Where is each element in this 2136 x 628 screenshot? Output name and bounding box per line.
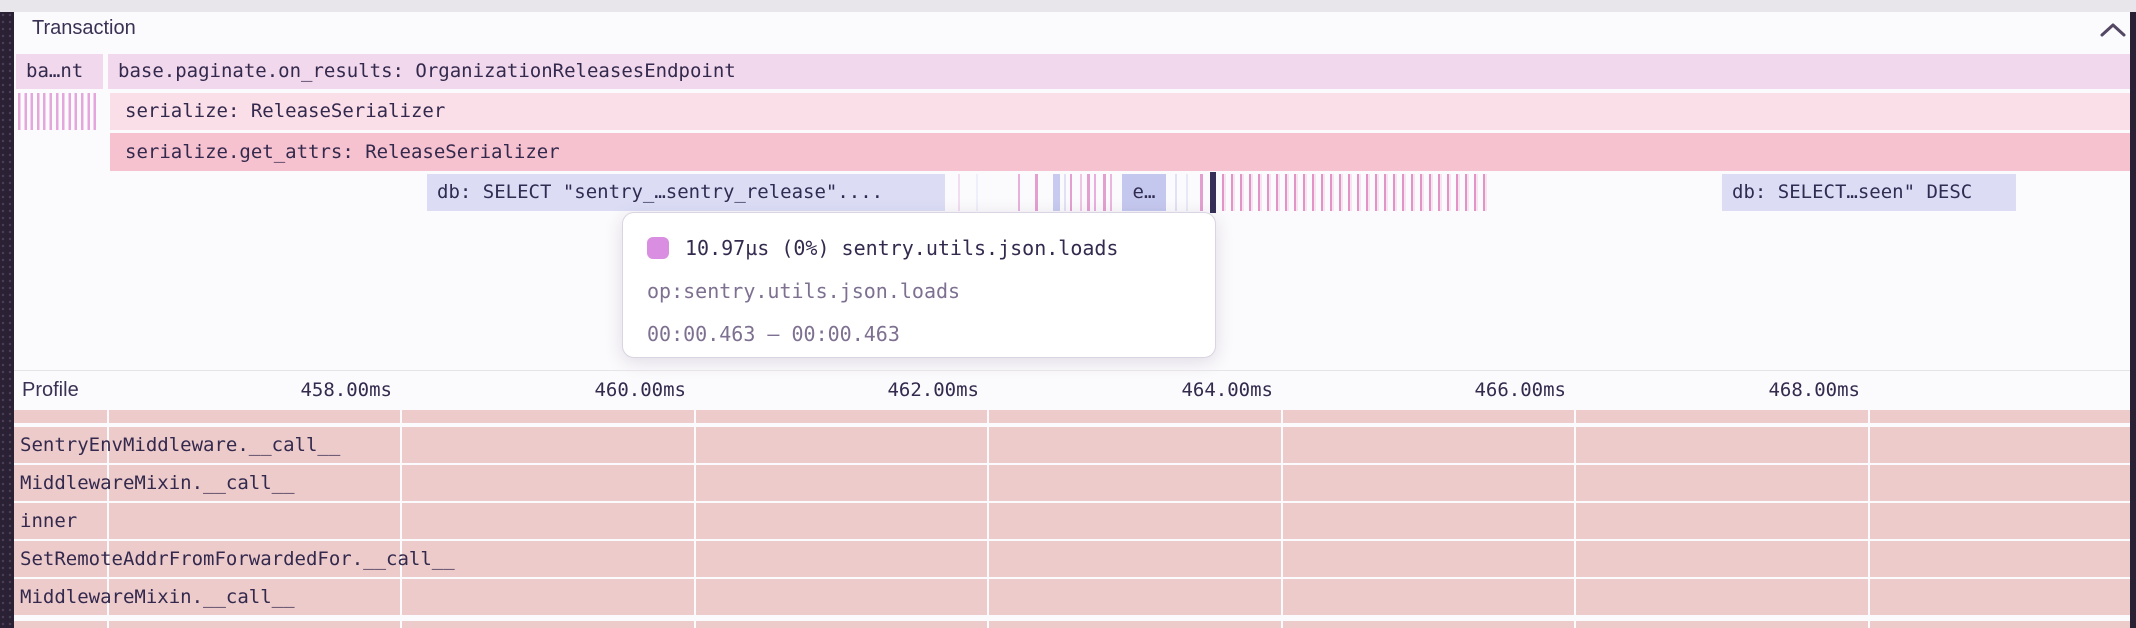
span-tick [1103, 174, 1106, 211]
frame-row[interactable]: inner [14, 503, 2130, 539]
span-tick [976, 174, 978, 211]
span-label: serialize: ReleaseSerializer [110, 100, 445, 122]
window-right-edge [2130, 12, 2136, 628]
frame-row[interactable]: SentryEnvMiddleware.__call__ [14, 427, 2130, 463]
frame-row-partial-bottom[interactable] [14, 621, 2130, 628]
frame-label: inner [14, 510, 77, 532]
span-tick [1094, 174, 1096, 211]
profiler-window: Transaction ba…nt base.paginate.on_resul… [0, 0, 2136, 628]
span-label: db: SELECT…seen" DESC [1722, 181, 1972, 203]
chart-gridline [400, 408, 402, 628]
span-bar-serialize[interactable]: serialize: ReleaseSerializer [110, 93, 2130, 130]
span-tick [1053, 174, 1060, 211]
frame-label: MiddlewareMixin.__call__ [14, 472, 295, 494]
span-label: e… [1133, 181, 1156, 203]
span-tick [1080, 174, 1082, 211]
window-left-edge [0, 12, 14, 628]
ruler-tick-label: 460.00ms [536, 379, 686, 401]
span-tick [1070, 174, 1072, 211]
span-tick [1064, 174, 1066, 211]
frame-label: SetRemoteAddrFromForwardedFor.__call__ [14, 548, 455, 570]
chart-gridline [1281, 408, 1283, 628]
chart-gridline [694, 408, 696, 628]
frame-label: MiddlewareMixin.__call__ [14, 586, 295, 608]
span-bar-db-select-1[interactable]: db: SELECT "sentry_…sentry_release".... [427, 174, 945, 211]
span-label: ba…nt [16, 60, 83, 82]
span-tick [1186, 174, 1188, 211]
span-bar-tiny[interactable]: e… [1122, 174, 1166, 211]
tooltip-duration: 10.97µs (0%) sentry.utils.json.loads [685, 234, 1118, 262]
span-tick [1110, 174, 1112, 211]
frame-label: SentryEnvMiddleware.__call__ [14, 434, 340, 456]
span-tick [1035, 174, 1038, 211]
span-tick [1175, 174, 1177, 211]
span-tick [1087, 174, 1090, 211]
span-bar-base-paginate[interactable]: base.paginate.on_results: OrganizationRe… [108, 54, 2130, 89]
span-dense-stripe-group[interactable] [1222, 174, 1492, 211]
ruler-tick-label: 462.00ms [829, 379, 979, 401]
span-bar-db-select-2[interactable]: db: SELECT…seen" DESC [1722, 174, 2016, 211]
frame-row[interactable]: MiddlewareMixin.__call__ [14, 579, 2130, 615]
span-bar-root-chip[interactable]: ba…nt [16, 54, 103, 89]
span-tick [1200, 174, 1203, 211]
frame-row[interactable]: SetRemoteAddrFromForwardedFor.__call__ [14, 541, 2130, 577]
profile-section-title: Profile [22, 379, 79, 402]
ruler-tick-label: 464.00ms [1123, 379, 1273, 401]
span-tick [1018, 174, 1020, 211]
span-siblings-stripe-group[interactable] [18, 93, 99, 130]
transaction-section-title: Transaction [32, 17, 136, 40]
window-top-edge [0, 0, 2136, 12]
span-bar-serialize-get-attrs[interactable]: serialize.get_attrs: ReleaseSerializer [110, 133, 2130, 171]
ruler-tick-label: 458.00ms [242, 379, 392, 401]
span-label: db: SELECT "sentry_…sentry_release".... [427, 181, 883, 203]
ruler-tick-label: 468.00ms [1710, 379, 1860, 401]
span-color-swatch [647, 237, 669, 259]
tooltip-time-range: 00:00.463 — 00:00.463 [647, 320, 1191, 348]
tooltip-op: op:sentry.utils.json.loads [647, 277, 1191, 305]
collapse-chevron-up-icon[interactable] [2100, 22, 2126, 45]
chart-gridline [1574, 408, 1576, 628]
span-tooltip: 10.97µs (0%) sentry.utils.json.loads op:… [622, 212, 1216, 358]
ruler-tick-label: 466.00ms [1416, 379, 1566, 401]
chart-gridline [1868, 408, 1870, 628]
span-label: base.paginate.on_results: OrganizationRe… [108, 60, 736, 82]
frame-row[interactable]: MiddlewareMixin.__call__ [14, 465, 2130, 501]
span-bar-selected-dark[interactable] [1210, 172, 1216, 213]
span-label: serialize.get_attrs: ReleaseSerializer [110, 141, 560, 163]
span-tick [958, 174, 960, 211]
chart-gridline [987, 408, 989, 628]
section-divider [14, 370, 2130, 371]
frame-row-partial-top[interactable] [14, 410, 2130, 423]
